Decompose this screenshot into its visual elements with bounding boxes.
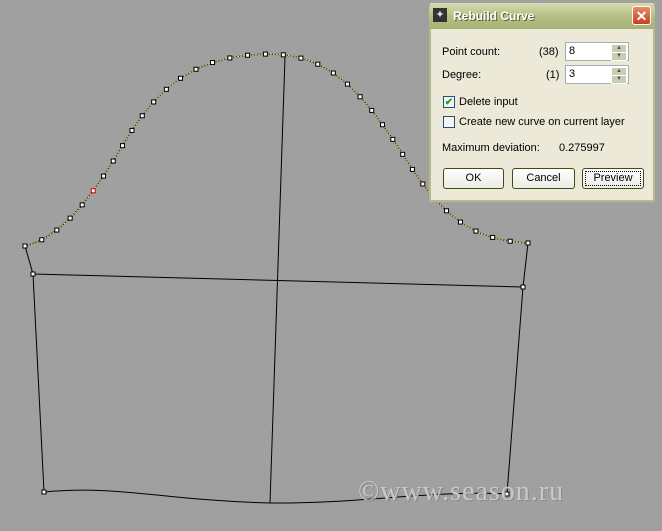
degree-stepper[interactable]: 3 ▲ ▼: [565, 65, 629, 84]
control-point[interactable]: [490, 234, 496, 240]
control-point[interactable]: [330, 70, 336, 76]
watermark: ©www.season.ru: [358, 476, 565, 507]
preview-button[interactable]: Preview: [582, 168, 644, 189]
ok-button[interactable]: OK: [443, 168, 504, 189]
bodice-outline: [506, 242, 529, 495]
delete-input-label[interactable]: Delete input: [459, 96, 518, 108]
rebuild-curve-dialog: ✦ Rebuild Curve ✕ Point count: (38) 8 ▲ …: [429, 3, 655, 202]
control-point[interactable]: [120, 143, 126, 149]
degree-value: 3: [569, 68, 576, 80]
control-point[interactable]: [473, 228, 479, 234]
control-point[interactable]: [409, 166, 415, 172]
control-point[interactable]: [390, 136, 396, 142]
delete-input-checkbox[interactable]: ✔: [443, 96, 455, 108]
rhino-app-icon: ✦: [433, 8, 447, 22]
dialog-title: Rebuild Curve: [453, 9, 535, 23]
corner-point[interactable]: [41, 489, 47, 495]
control-point[interactable]: [344, 81, 350, 87]
control-point[interactable]: [101, 173, 107, 179]
control-point[interactable]: [39, 237, 45, 243]
control-point[interactable]: [151, 99, 157, 105]
dialog-title-bar[interactable]: ✦ Rebuild Curve ✕: [429, 3, 655, 29]
control-point[interactable]: [193, 66, 199, 72]
corner-point[interactable]: [520, 284, 526, 290]
control-point[interactable]: [67, 215, 73, 221]
control-point[interactable]: [444, 208, 450, 214]
control-point[interactable]: [262, 51, 268, 57]
cancel-button[interactable]: Cancel: [512, 168, 575, 189]
control-point[interactable]: [245, 52, 251, 58]
control-point[interactable]: [163, 86, 169, 92]
create-new-curve-label[interactable]: Create new curve on current layer: [459, 116, 625, 128]
close-button[interactable]: ✕: [632, 6, 651, 25]
degree-current: (1): [546, 69, 560, 81]
corner-point[interactable]: [30, 271, 36, 277]
control-point[interactable]: [369, 107, 375, 113]
max-deviation-value: 0.275997: [559, 142, 605, 154]
control-point[interactable]: [420, 181, 426, 187]
bodice-outline-left: [24, 245, 45, 493]
degree-label: Degree:: [442, 69, 482, 81]
control-point[interactable]: [210, 60, 216, 66]
control-point[interactable]: [79, 202, 85, 208]
control-point[interactable]: [525, 240, 531, 246]
point-count-label: Point count:: [442, 46, 501, 58]
control-point[interactable]: [129, 127, 135, 133]
max-deviation-label: Maximum deviation:: [442, 142, 540, 154]
control-point[interactable]: [380, 122, 386, 128]
control-point[interactable]: [507, 238, 513, 244]
control-point[interactable]: [54, 227, 60, 233]
control-point[interactable]: [90, 188, 96, 194]
point-count-current: (38): [539, 46, 559, 58]
spin-down-icon[interactable]: ▼: [611, 52, 627, 61]
spin-down-icon[interactable]: ▼: [611, 75, 627, 84]
control-point[interactable]: [139, 113, 145, 119]
create-new-curve-checkbox[interactable]: [443, 116, 455, 128]
control-point[interactable]: [357, 94, 363, 100]
control-point[interactable]: [227, 55, 233, 61]
point-count-stepper[interactable]: 8 ▲ ▼: [565, 42, 629, 61]
control-point[interactable]: [22, 243, 28, 249]
control-point[interactable]: [110, 158, 116, 164]
control-point[interactable]: [280, 52, 286, 58]
control-point[interactable]: [400, 151, 406, 157]
control-point[interactable]: [457, 219, 463, 225]
point-count-value: 8: [569, 45, 576, 57]
control-point[interactable]: [315, 61, 321, 67]
control-point[interactable]: [177, 75, 183, 81]
control-point[interactable]: [298, 55, 304, 61]
